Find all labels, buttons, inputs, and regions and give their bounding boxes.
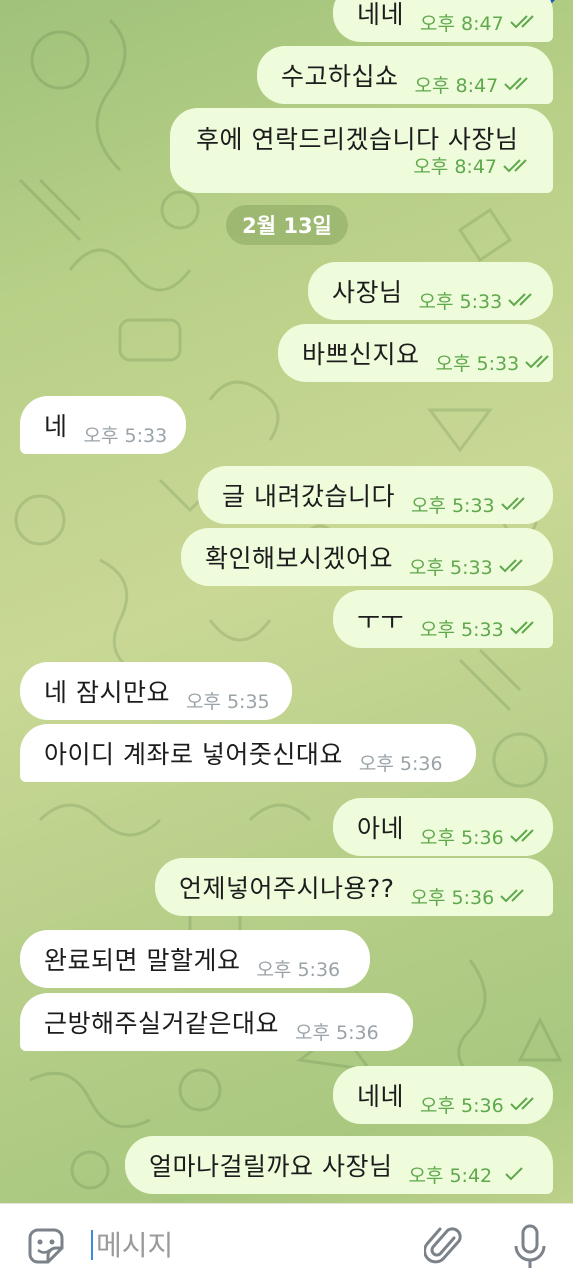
message-text: 네 [44,412,68,441]
message-time: 오후 5:36 [420,1094,504,1117]
double-check-icon [509,15,534,29]
message-outgoing[interactable]: 아네 오후 5:36 [333,798,553,856]
message-meta: 오후 5:42 [408,1161,530,1188]
message-outgoing[interactable]: 후에 연락드리겠습니다 사장님 오후 8:47 [170,108,553,193]
message-text: 완료되면 말할게요 [44,946,241,975]
double-check-icon [503,158,527,172]
message-meta: 오후 5:33 [436,349,558,376]
message-time: 오후 5:33 [83,424,168,447]
message-composer: 메시지 [0,1203,573,1281]
message-incoming[interactable]: 완료되면 말할게요 오후 5:36 [20,930,370,988]
message-time: 오후 5:33 [420,618,504,641]
double-check-icon [500,497,525,511]
microphone-icon[interactable] [512,1222,548,1270]
message-outgoing[interactable]: 글 내려갔습니다 오후 5:33 [198,466,553,524]
double-check-icon [509,1097,534,1111]
message-time: 오후 5:36 [295,1021,379,1044]
double-check-icon [504,77,528,91]
message-time: 오후 5:35 [185,690,270,713]
double-check-icon [498,559,523,573]
message-outgoing[interactable]: 언제넣어주시나용?? 오후 5:36 [155,858,553,916]
message-time: 오후 5:36 [358,752,443,775]
message-meta: 오후 5:33 [409,553,531,580]
message-meta: 오후 5:36 [420,1091,542,1118]
message-meta: 오후 5:33 [411,491,533,518]
double-check-icon [508,293,532,307]
double-check-icon [509,621,534,635]
message-text: 근방해주실거같은대요 [44,1009,280,1038]
message-text: 네네 [357,0,405,29]
message-outgoing[interactable]: 확인해보시겠어요 오후 5:33 [181,528,553,586]
message-incoming[interactable]: 근방해주실거같은대요 오후 5:36 [20,993,413,1051]
message-text: ㅜㅜ [357,606,405,635]
message-outgoing[interactable]: 수고하십쇼 오후 8:47 [257,46,553,104]
message-incoming[interactable]: 네 잠시만요 오후 5:35 [20,662,292,720]
message-outgoing[interactable]: ㅜㅜ 오후 5:33 [333,590,553,648]
message-time: 오후 8:47 [413,156,497,178]
message-outgoing[interactable]: 사장님 오후 5:33 [308,262,553,320]
message-incoming[interactable]: 아이디 계좌로 넣어줏신대요 오후 5:36 [20,724,476,782]
message-time: 오후 5:33 [410,494,495,517]
message-time: 오후 5:33 [409,556,493,579]
message-text: 사장님 [332,278,403,307]
message-text: 수고하십쇼 [281,62,399,91]
message-time: 오후 8:47 [414,74,499,97]
message-text: 언제넣어주시나용?? [179,874,395,903]
message-outgoing[interactable]: 얼마나걸릴까요 사장님 오후 5:42 [125,1136,553,1194]
message-meta: 오후 8:47 [413,152,535,179]
message-time: 오후 5:36 [256,958,341,981]
message-text: 네네 [357,1082,405,1111]
message-text: 글 내려갔습니다 [222,482,395,511]
message-time: 오후 5:33 [435,352,520,375]
message-meta: 오후 8:47 [420,9,542,36]
message-outgoing[interactable]: 네네 오후 5:36 [333,1066,553,1124]
text-caret [91,1230,93,1260]
date-separator: 2월 13일 [226,205,348,245]
message-text: 아이디 계좌로 넣어줏신대요 [44,740,343,769]
message-meta: 오후 5:36 [420,823,542,850]
message-time: 오후 5:36 [420,826,504,849]
message-text: 네 잠시만요 [44,678,170,707]
paperclip-icon[interactable] [424,1224,464,1268]
message-meta: 오후 5:36 [411,883,533,910]
message-incoming[interactable]: 네 오후 5:33 [20,396,186,454]
message-time: 오후 5:33 [418,290,503,313]
message-time: 오후 5:42 [408,1164,493,1187]
message-text: 아네 [357,814,405,843]
message-text: 확인해보시겠어요 [205,544,394,573]
message-time: 오후 5:36 [410,886,495,909]
message-meta: 오후 8:47 [415,71,537,98]
message-text: 바쁘신지요 [302,340,420,369]
double-check-icon [525,355,549,369]
message-text: 얼마나걸릴까요 사장님 [149,1152,393,1181]
message-time: 오후 8:47 [420,12,504,35]
message-outgoing[interactable]: 바쁘신지요 오후 5:33 [278,324,553,382]
message-meta: 오후 5:33 [420,615,542,642]
message-meta: 오후 5:33 [419,287,541,314]
single-check-icon [505,1167,523,1181]
double-check-icon [500,889,524,903]
double-check-icon [509,829,534,843]
message-input[interactable]: 메시지 [96,1222,396,1266]
sticker-icon[interactable] [24,1224,68,1268]
message-text: 후에 연락드리겠습니다 사장님 [196,125,519,154]
message-outgoing[interactable]: 네네 오후 8:47 [333,0,553,42]
